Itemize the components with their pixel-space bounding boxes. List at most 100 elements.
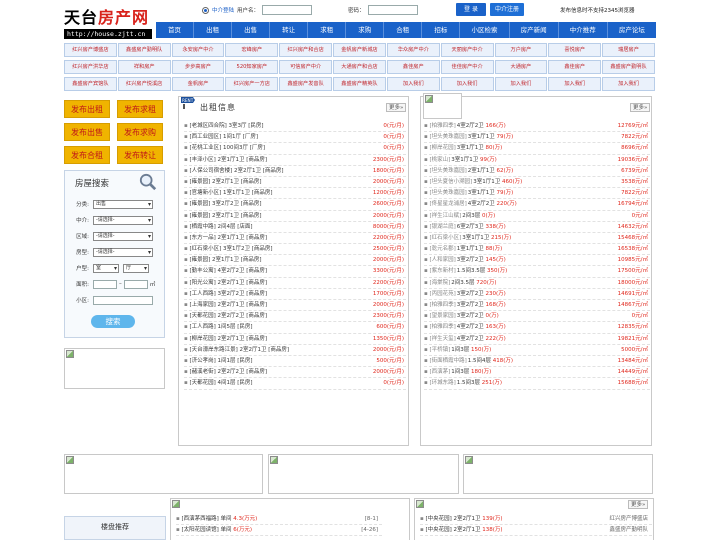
list-item[interactable]: ▪ [中央花园] 2室2厅1卫 139(万) 红兴房产博盛店: [420, 514, 652, 525]
rent-list-item[interactable]: ▪ [栖霞中路] 2间4层 [店面] 8000(元/月): [184, 222, 406, 233]
sale-item-estate[interactable]: [银湖兰庭]: [429, 224, 455, 230]
sale-list-item[interactable]: ▪ [人和家园]3室2厅2卫 145(万) 10985元/㎡: [424, 255, 650, 267]
post-want-buy-button[interactable]: 发布求购: [117, 123, 163, 141]
rent-item-title[interactable]: [工人西路] 1间5层 [民房]: [189, 324, 252, 330]
nav-row2-item[interactable]: 鑫盛房产勤明队: [602, 60, 655, 74]
nav-row2-item[interactable]: 步步高房产: [171, 60, 225, 74]
nav-rent[interactable]: 出租: [194, 22, 233, 38]
sale-list-item[interactable]: ▪ [祥生天玺]4室2厅2卫 222(万) 19821元/㎡: [424, 334, 650, 345]
nav-row2-item[interactable]: 可信房产中介: [279, 60, 333, 74]
rent-list-item[interactable]: ▪ [东方一品] 2室1厅1卫 [商品房] 2200(元/月): [184, 233, 406, 245]
sale-list-item[interactable]: ▪ [望景家园]3室2厅2卫 0(万) 0元/㎡: [424, 311, 650, 323]
rent-item-title[interactable]: [雍景园] 2室2厅1卫 [商品房]: [189, 213, 261, 219]
sale-item-layout[interactable]: 3室2厅2卫: [457, 313, 484, 319]
nav-row2-item[interactable]: 鑫佳房产: [386, 60, 440, 74]
sale-list-item[interactable]: ▪ [海棠院]2间3.5层 720(万) 18000元/㎡: [424, 278, 650, 289]
house-type-select[interactable]: -请选择-: [93, 247, 153, 257]
agent-select[interactable]: -请选择-: [93, 215, 153, 225]
sale-item-layout[interactable]: 3室2厅2卫: [457, 302, 484, 308]
nav-row1-item[interactable]: 鑫盛房产勤明队: [117, 43, 171, 57]
sale-item-layout[interactable]: 2间3层: [462, 213, 480, 219]
sale-item-estate[interactable]: [坦头美珠嘉园]: [429, 168, 466, 174]
rent-item-title[interactable]: [雍景园] 2室2厅1卫 [商品房]: [189, 179, 261, 185]
rent-item-title[interactable]: [栖霞中路] 2间4层 [店面]: [189, 224, 252, 230]
item-title[interactable]: [中央花园] 2室2厅1卫: [425, 516, 480, 522]
sale-list-item[interactable]: ▪ [乾元名郡]1室1厅1卫 88(万) 16538元/㎡: [424, 244, 650, 256]
rent-list-item[interactable]: ▪ [赭溪老街] 2室2厅2卫 [商品房] 2000(元/月): [184, 367, 406, 379]
sale-item-estate[interactable]: [柏雅四季]: [429, 324, 455, 330]
sale-item-estate[interactable]: [西演茅]: [429, 369, 450, 375]
sale-item-estate[interactable]: [人和家园]: [429, 257, 455, 263]
rent-item-title[interactable]: [阳光公寓] 2室2厅1卫 [商品房]: [189, 280, 267, 286]
sale-item-layout[interactable]: 3室1厅1卫: [457, 145, 484, 151]
rent-item-title[interactable]: [勤丰公寓] 4室2厅2卫 [商品房]: [189, 268, 267, 274]
sale-item-estate[interactable]: [柳岸花园]: [429, 145, 455, 151]
sale-item-layout[interactable]: 3室1厅1卫: [468, 190, 495, 196]
sale-item-estate[interactable]: [坦头美珠嘉园]: [429, 134, 466, 140]
list-item[interactable]: ▪ [太阳花园读馆] 单间 6(万元) [4-26]: [176, 525, 382, 536]
rent-list-item[interactable]: ▪ [西工业园区] 1间1厅 [厂房] 0(元/月): [184, 132, 406, 144]
rent-list-item[interactable]: ▪ [柳岸花园] 2室2厅1卫 [商品房] 1350(元/月): [184, 334, 406, 345]
hall-select[interactable]: 厅: [123, 263, 149, 273]
nav-row2-item[interactable]: 520知家房产: [225, 60, 279, 74]
rent-list-item[interactable]: ▪ [上海家园] 2室2厅1卫 [商品房] 2000(元/月): [184, 300, 406, 312]
sale-item-estate[interactable]: [坦头美珠嘉园]: [429, 190, 466, 196]
nav-row3-item[interactable]: 加入我们: [494, 77, 548, 91]
rent-list-item[interactable]: ▪ [红石梁小区] 3室1厅2卫 [商品房] 2500(元/月): [184, 244, 406, 256]
rent-list-item[interactable]: ▪ [雍景园] 2室1厅1卫 [商品房] 2000(元/月): [184, 255, 406, 267]
sale-list-item[interactable]: ▪ [街面栖霞中路]1.5间4层 418(万) 13484元/㎡: [424, 356, 650, 368]
type-select[interactable]: 出售: [93, 199, 153, 209]
rent-item-title[interactable]: [天台濠岸东路江景] 2室2厅1卫 [商品房]: [189, 347, 289, 353]
rent-more-link[interactable]: 更多»: [386, 103, 407, 112]
nav-row1-item[interactable]: 瑞居房产: [602, 43, 655, 57]
nav-row2-item[interactable]: 祥和房产: [117, 60, 171, 74]
sale-list-item[interactable]: ▪ [桃家山]3室1厅1卫 99(万) 19036元/㎡: [424, 155, 650, 166]
password-input[interactable]: [367, 5, 418, 15]
rent-item-title[interactable]: [雍景园] 2室1厅1卫 [商品房]: [189, 257, 261, 263]
nav-share[interactable]: 合租: [384, 22, 423, 38]
rent-item-title[interactable]: [柳岸花园] 2室2厅1卫 [商品房]: [189, 336, 267, 342]
nav-row1-item[interactable]: 宏峰房产: [225, 43, 279, 57]
sale-item-layout[interactable]: 6室2厅3卫: [457, 224, 484, 230]
sale-item-layout[interactable]: 1.5间3.5层: [457, 268, 486, 274]
rent-list-item[interactable]: ▪ [工人西路] 1间5层 [民房] 600(元/月): [184, 322, 406, 334]
item-title[interactable]: [中央花园] 2室2厅1卫: [425, 527, 480, 533]
rent-item-title[interactable]: [雍景园] 3室2厅2卫 [商品房]: [189, 201, 261, 207]
sale-item-estate[interactable]: [丙园花苑]: [429, 291, 455, 297]
rent-list-item[interactable]: ▪ [天都花园] 4间1层 [民房] 0(元/月): [184, 378, 406, 390]
nav-row2-item[interactable]: 大通房产和合店: [333, 60, 386, 74]
rent-item-title[interactable]: [丰泽小区] 2室1厅1卫 [商品房]: [189, 157, 267, 163]
sale-item-estate[interactable]: [桃家山]: [429, 157, 450, 163]
sale-list-item[interactable]: ▪ [环城东路]1.5间3层 251(万) 15688元/㎡: [424, 378, 650, 390]
rent-list-item[interactable]: ▪ [雍景园] 3室2厅2卫 [商品房] 2600(元/月): [184, 199, 406, 211]
size-max-input[interactable]: [123, 279, 148, 289]
sale-list-item[interactable]: ▪ [坦头美珠嘉园]2室1厅1卫 62(万) 6739元/㎡: [424, 166, 650, 177]
bottom-more-link[interactable]: 更多»: [628, 500, 649, 509]
nav-want-rent[interactable]: 求租: [308, 22, 347, 38]
nav-row2-item[interactable]: 红兴房产洪华店: [64, 60, 117, 74]
sale-item-layout[interactable]: 3室1厅1卫: [473, 179, 500, 185]
nav-row3-item[interactable]: 金帆房产: [171, 77, 225, 91]
post-want-rent-button[interactable]: 发布求租: [117, 100, 163, 118]
sale-list-item[interactable]: ▪ [柏雅四季]3室2厅2卫 168(万) 14867元/㎡: [424, 300, 650, 312]
rent-item-title[interactable]: [红石梁小区] 3室1厅2卫 [商品房]: [189, 246, 272, 252]
sale-list-item[interactable]: ▪ [坦头美珠嘉园]3室1厅1卫 79(万) 7822元/㎡: [424, 188, 650, 200]
agent-login-radio[interactable]: [202, 6, 209, 14]
site-logo[interactable]: 天台房产网 http://house.zjtt.cn: [64, 4, 154, 39]
nav-row1-item[interactable]: 万户房产: [494, 43, 548, 57]
nav-row3-item[interactable]: 加入我们: [386, 77, 440, 91]
rent-item-title[interactable]: [人保公司宿舍楼] 2室2厅1卫 [商品房]: [189, 168, 283, 174]
sale-item-estate[interactable]: [平桥镇]: [429, 347, 450, 353]
nav-row1-item[interactable]: 华众房产中介: [386, 43, 440, 57]
nav-row3-item[interactable]: 加入我们: [602, 77, 655, 91]
rent-item-title[interactable]: [济公孝岗] 1间1层 [民房]: [189, 358, 252, 364]
post-share-button[interactable]: 发布合租: [64, 146, 110, 164]
sale-item-layout[interactable]: 1.5间3层: [457, 380, 480, 386]
sale-item-estate[interactable]: [乾元名郡]: [429, 246, 455, 252]
rent-list-item[interactable]: ▪ [花桃工业区] 100间3厅 [厂房] 0(元/月): [184, 143, 406, 155]
nav-row1-item[interactable]: 红兴房产和合店: [279, 43, 333, 57]
sale-item-estate[interactable]: [坦头夏信小溯园]: [429, 179, 472, 185]
sale-item-estate[interactable]: [柏雅四季]: [429, 123, 455, 129]
left-ad-image[interactable]: [64, 348, 165, 389]
sale-item-layout[interactable]: 3室1厅1卫: [468, 134, 495, 140]
